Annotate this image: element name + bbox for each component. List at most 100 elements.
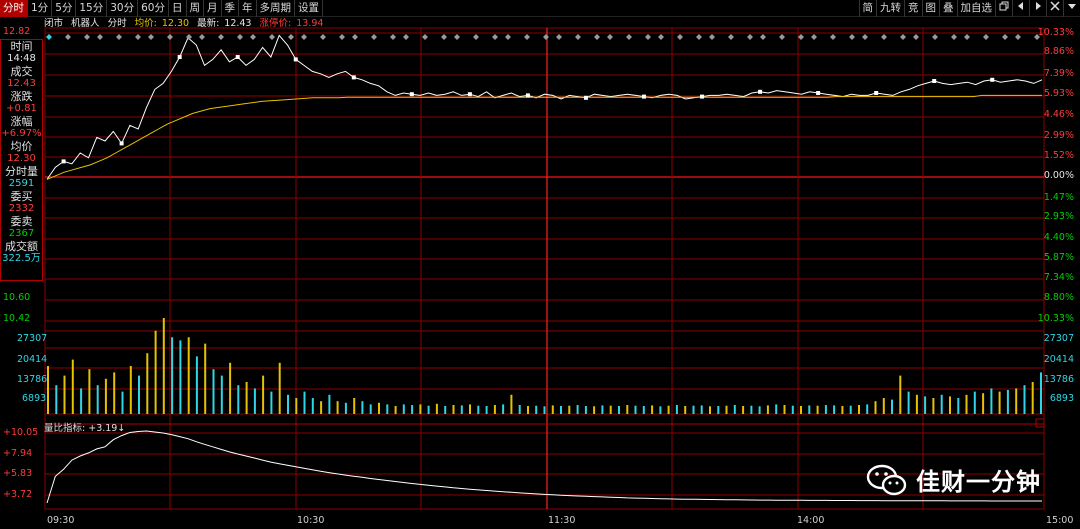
pct-axis-label-down-4: 5.87% <box>1043 252 1074 263</box>
simple-button[interactable]: 简 <box>858 0 877 17</box>
close-icon[interactable] <box>1046 0 1063 17</box>
avg-price-value: 12.30 <box>161 18 190 29</box>
tab-5min[interactable]: 5分 <box>52 0 77 17</box>
volume-ratio-label: 量比指标: <box>44 423 86 434</box>
toolbar: 分时 1分 5分 15分 30分 60分 日 周 月 季 年 多周期 设置 简 … <box>0 0 1080 17</box>
arrow-left-icon[interactable] <box>1012 0 1029 17</box>
pct-axis-label-down-2: 2.93% <box>1043 211 1074 222</box>
tab-settings[interactable]: 设置 <box>295 0 323 17</box>
event-marker <box>199 34 205 40</box>
event-marker <box>862 34 868 40</box>
quote-detail-panel: 时间 14:48 成交 12.43 涨跌 +0.81 涨幅 +6.97% 均价 … <box>0 39 43 281</box>
amount-label: 成交额 <box>5 240 38 253</box>
event-marker <box>371 34 377 40</box>
tab-multi-period[interactable]: 多周期 <box>257 0 295 17</box>
event-marker <box>422 34 428 40</box>
arrow-right-icon[interactable] <box>1029 0 1046 17</box>
price-axis-bottom-label: 10.42 <box>3 313 31 324</box>
pct-axis-label-up-4: 5.93% <box>1043 88 1074 99</box>
event-marker <box>492 34 498 40</box>
tab-year[interactable]: 年 <box>239 0 257 17</box>
event-marker <box>964 34 970 40</box>
event-marker <box>543 34 549 40</box>
chart-canvas[interactable] <box>0 0 1080 529</box>
ask-value: 2367 <box>8 228 35 239</box>
event-marker <box>677 34 683 40</box>
nine-turn-button[interactable]: 九转 <box>876 0 904 17</box>
event-marker <box>167 34 173 40</box>
tab-1min[interactable]: 1分 <box>28 0 53 17</box>
event-marker <box>269 34 275 40</box>
auction-button[interactable]: 竞 <box>904 0 922 17</box>
add-watchlist-button[interactable]: 加自选 <box>956 0 996 17</box>
price-axis-low-label: 10.60 <box>3 292 31 303</box>
event-marker <box>218 34 224 40</box>
amount-value: 322.5万 <box>2 253 41 264</box>
event-marker <box>135 34 141 40</box>
pct-axis-label-up-3: 7.39% <box>1043 68 1074 79</box>
price-marker <box>351 75 356 80</box>
volume-axis-right-label-2: 20414 <box>1043 354 1074 365</box>
event-marker <box>983 34 989 40</box>
volume-axis-right-label-3: 13786 <box>1043 374 1074 385</box>
price-marker <box>467 92 472 97</box>
dropdown-icon[interactable] <box>1063 0 1080 17</box>
event-marker <box>760 34 766 40</box>
tab-15min[interactable]: 15分 <box>76 0 108 17</box>
volume-axis-right-label-4: 6893 <box>1049 393 1074 404</box>
event-marker <box>951 34 957 40</box>
time-label-1500: 15:00 <box>1046 515 1074 526</box>
pct-label: 涨幅 <box>10 115 33 128</box>
event-marker <box>747 34 753 40</box>
price-marker <box>816 91 821 95</box>
down-arrow-icon: ↓ <box>117 423 126 434</box>
event-marker <box>607 34 613 40</box>
overlay-button[interactable]: 叠 <box>939 0 957 17</box>
volume-axis-label-3: 13786 <box>17 374 48 385</box>
tab-60min[interactable]: 60分 <box>138 0 169 17</box>
event-marker <box>1015 34 1021 40</box>
event-marker <box>524 34 530 40</box>
scroll-handle <box>1035 418 1045 428</box>
limit-up-value: 13.94 <box>296 18 324 29</box>
lb-axis-label-2: +7.94 <box>3 448 33 459</box>
tab-day[interactable]: 日 <box>169 0 187 17</box>
quote-info-line: 闭市 机器人 分时 均价: 12.30 最新: 12.43 涨停价: 13.94 <box>44 18 328 30</box>
event-marker <box>658 34 664 40</box>
tab-week[interactable]: 周 <box>187 0 204 17</box>
event-marker <box>575 34 581 40</box>
event-marker <box>626 34 632 40</box>
market-status: 闭市 <box>44 18 64 29</box>
event-marker <box>288 34 294 40</box>
pct-axis-label-down-3: 4.40% <box>1043 232 1074 243</box>
event-marker <box>237 34 243 40</box>
volume-axis-label-1: 27307 <box>17 333 48 344</box>
tab-month[interactable]: 月 <box>204 0 222 17</box>
event-marker <box>900 34 906 40</box>
tab-30min[interactable]: 30分 <box>107 0 139 17</box>
price-marker <box>874 91 879 95</box>
bid-value: 2332 <box>8 203 35 214</box>
event-marker <box>709 34 715 40</box>
latest-price-value: 12.43 <box>224 18 252 29</box>
lb-axis-label-1: +10.05 <box>3 427 39 438</box>
event-marker <box>84 34 90 40</box>
event-marker <box>65 34 71 40</box>
event-marker <box>556 34 562 40</box>
event-marker <box>594 34 600 40</box>
event-marker <box>728 34 734 40</box>
bid-label: 委买 <box>10 190 33 203</box>
change-value: +0.81 <box>6 103 37 114</box>
restore-icon[interactable] <box>995 0 1012 17</box>
event-marker <box>881 34 887 40</box>
volume-axis-right-label-1: 27307 <box>1043 333 1074 344</box>
price-marker <box>235 55 240 59</box>
tab-timeshare[interactable]: 分时 <box>0 0 28 17</box>
tab-quarter[interactable]: 季 <box>222 0 239 17</box>
chart-button[interactable]: 图 <box>921 0 940 17</box>
volume-axis-label-4: 6893 <box>22 393 47 404</box>
volume-axis-label-2: 20414 <box>17 354 48 365</box>
price-marker <box>293 57 298 62</box>
deal-value: 12.43 <box>7 78 36 89</box>
price-axis-top-label: 12.82 <box>3 26 31 37</box>
